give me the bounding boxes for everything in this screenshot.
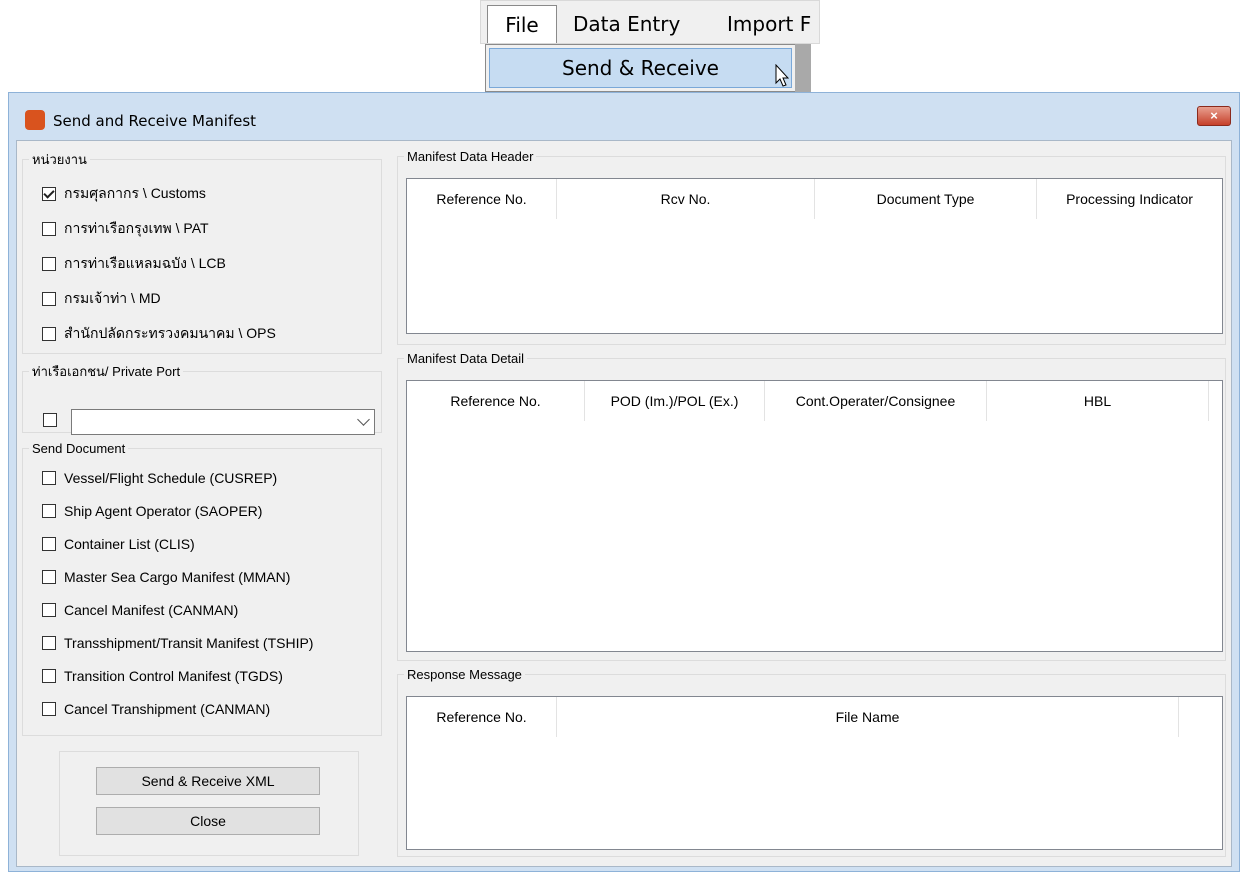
agency-row[interactable]: กรมศุลกากร \ Customs bbox=[42, 183, 206, 205]
dropdown-shadow bbox=[795, 44, 811, 92]
grid-header-row: Reference No. Rcv No. Document Type Proc… bbox=[407, 179, 1222, 219]
file-dropdown: Send & Receive bbox=[485, 44, 811, 92]
agency-checkbox[interactable] bbox=[42, 222, 56, 236]
agency-row[interactable]: กรมเจ้าท่า \ MD bbox=[42, 288, 161, 310]
column-header[interactable]: Reference No. bbox=[407, 179, 557, 219]
manifest-header-legend: Manifest Data Header bbox=[407, 149, 534, 164]
column-header[interactable]: POD (Im.)/POL (Ex.) bbox=[585, 381, 765, 421]
response-grid[interactable]: Reference No. File Name bbox=[406, 696, 1223, 850]
send-document-row[interactable]: Transition Control Manifest (TGDS) bbox=[42, 665, 283, 687]
send-document-row[interactable]: Vessel/Flight Schedule (CUSREP) bbox=[42, 467, 277, 489]
window-client-area: หน่วยงาน กรมศุลกากร \ Customs การท่าเรือก… bbox=[16, 140, 1232, 867]
mouse-cursor-icon bbox=[775, 64, 789, 87]
send-document-legend: Send Document bbox=[32, 441, 126, 456]
app-icon bbox=[25, 110, 45, 130]
agency-label: กรมศุลกากร \ Customs bbox=[64, 185, 206, 201]
menu-file[interactable]: File bbox=[487, 5, 557, 43]
agency-legend: หน่วยงาน bbox=[32, 152, 87, 167]
send-document-checkbox[interactable] bbox=[42, 669, 56, 683]
manifest-header-grid[interactable]: Reference No. Rcv No. Document Type Proc… bbox=[406, 178, 1223, 334]
send-document-checkbox[interactable] bbox=[42, 537, 56, 551]
agency-checkbox[interactable] bbox=[42, 292, 56, 306]
send-receive-xml-button[interactable]: Send & Receive XML bbox=[96, 767, 320, 795]
private-port-checkbox-row[interactable] bbox=[43, 409, 65, 431]
manifest-detail-group: Manifest Data Detail Reference No. POD (… bbox=[397, 351, 1226, 661]
send-document-row[interactable]: Container List (CLIS) bbox=[42, 533, 195, 555]
send-document-row[interactable]: Cancel Transhipment (CANMAN) bbox=[42, 698, 270, 720]
close-button[interactable]: Close bbox=[96, 807, 320, 835]
manifest-header-group: Manifest Data Header Reference No. Rcv N… bbox=[397, 149, 1226, 345]
menu-data-entry[interactable]: Data Entry bbox=[573, 5, 680, 43]
send-document-label: Ship Agent Operator (SAOPER) bbox=[64, 503, 263, 519]
send-document-checkbox[interactable] bbox=[42, 636, 56, 650]
title-bar: Send and Receive Manifest × bbox=[9, 93, 1239, 147]
column-header[interactable]: Rcv No. bbox=[557, 179, 815, 219]
action-button-group: Send & Receive XML Close bbox=[59, 751, 359, 856]
private-port-legend: ท่าเรือเอกชน/ Private Port bbox=[32, 364, 181, 379]
send-receive-window: Send and Receive Manifest × หน่วยงาน กรม… bbox=[8, 92, 1240, 872]
send-document-checkbox[interactable] bbox=[42, 471, 56, 485]
send-document-checkbox[interactable] bbox=[42, 570, 56, 584]
close-window-button[interactable]: × bbox=[1197, 106, 1231, 126]
private-port-select[interactable] bbox=[71, 409, 375, 435]
agency-label: กรมเจ้าท่า \ MD bbox=[64, 290, 161, 306]
agency-label: การท่าเรือแหลมฉบัง \ LCB bbox=[64, 255, 226, 271]
send-document-row[interactable]: Transshipment/Transit Manifest (TSHIP) bbox=[42, 632, 313, 654]
agency-row[interactable]: การท่าเรือกรุงเทพ \ PAT bbox=[42, 218, 209, 240]
agency-checkbox[interactable] bbox=[42, 327, 56, 341]
private-port-checkbox[interactable] bbox=[43, 413, 57, 427]
send-document-checkbox[interactable] bbox=[42, 504, 56, 518]
send-document-label: Transshipment/Transit Manifest (TSHIP) bbox=[64, 635, 314, 651]
send-document-label: Transition Control Manifest (TGDS) bbox=[64, 668, 283, 684]
manifest-detail-grid[interactable]: Reference No. POD (Im.)/POL (Ex.) Cont.O… bbox=[406, 380, 1223, 652]
agency-checkbox[interactable] bbox=[42, 187, 56, 201]
send-document-label: Cancel Transhipment (CANMAN) bbox=[64, 701, 271, 717]
send-document-row[interactable]: Ship Agent Operator (SAOPER) bbox=[42, 500, 262, 522]
send-document-row[interactable]: Master Sea Cargo Manifest (MMAN) bbox=[42, 566, 290, 588]
menu-bar: File Data Entry Import F bbox=[480, 0, 820, 44]
chevron-down-icon bbox=[357, 413, 370, 426]
grid-header-row: Reference No. POD (Im.)/POL (Ex.) Cont.O… bbox=[407, 381, 1222, 421]
manifest-detail-legend: Manifest Data Detail bbox=[407, 351, 525, 366]
column-header[interactable]: File Name bbox=[557, 697, 1179, 737]
menu-item-send-receive[interactable]: Send & Receive bbox=[489, 48, 792, 88]
send-document-checkbox[interactable] bbox=[42, 702, 56, 716]
response-legend: Response Message bbox=[407, 667, 522, 682]
column-header[interactable]: HBL bbox=[987, 381, 1209, 421]
column-header[interactable]: Reference No. bbox=[407, 697, 557, 737]
agency-checkbox[interactable] bbox=[42, 257, 56, 271]
send-document-label: Master Sea Cargo Manifest (MMAN) bbox=[64, 569, 291, 585]
menu-import[interactable]: Import F bbox=[727, 5, 821, 43]
send-document-row[interactable]: Cancel Manifest (CANMAN) bbox=[42, 599, 238, 621]
agency-label: สำนักปลัดกระทรวงคมนาคม \ OPS bbox=[64, 325, 276, 341]
column-header[interactable]: Document Type bbox=[815, 179, 1037, 219]
agency-row[interactable]: การท่าเรือแหลมฉบัง \ LCB bbox=[42, 253, 226, 275]
agency-label: การท่าเรือกรุงเทพ \ PAT bbox=[64, 220, 209, 236]
column-header[interactable]: Reference No. bbox=[407, 381, 585, 421]
response-group: Response Message Reference No. File Name bbox=[397, 667, 1226, 857]
window-title: Send and Receive Manifest bbox=[53, 112, 257, 130]
send-document-label: Container List (CLIS) bbox=[64, 536, 195, 552]
send-document-label: Cancel Manifest (CANMAN) bbox=[64, 602, 239, 618]
send-document-label: Vessel/Flight Schedule (CUSREP) bbox=[64, 470, 278, 486]
send-document-checkbox[interactable] bbox=[42, 603, 56, 617]
column-header[interactable]: Processing Indicator bbox=[1037, 179, 1222, 219]
column-header[interactable]: Cont.Operater/Consignee bbox=[765, 381, 987, 421]
grid-header-row: Reference No. File Name bbox=[407, 697, 1222, 737]
agency-row[interactable]: สำนักปลัดกระทรวงคมนาคม \ OPS bbox=[42, 323, 276, 345]
private-port-group: ท่าเรือเอกชน/ Private Port bbox=[22, 361, 382, 435]
